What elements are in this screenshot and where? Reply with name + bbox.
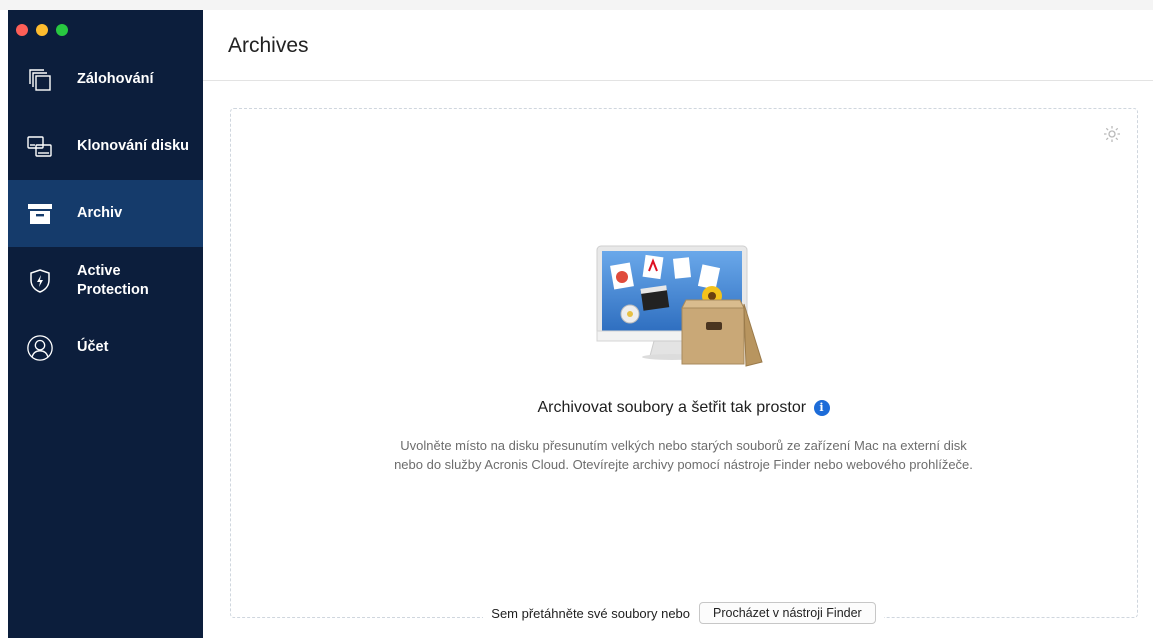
sidebar-item-account[interactable]: Účet <box>8 314 203 381</box>
account-icon <box>26 334 54 362</box>
drop-footer: Sem přetáhněte své soubory nebo Procháze… <box>231 602 1136 624</box>
page-header: Archives <box>203 10 1153 81</box>
app-window: Zálohování Klonování disku Archiv Active… <box>0 0 1153 638</box>
window-controls <box>16 24 68 36</box>
sidebar-item-disk-clone[interactable]: Klonování disku <box>8 113 203 180</box>
sidebar-item-label: Active Protection <box>77 262 149 300</box>
sidebar-item-archive[interactable]: Archiv <box>8 180 203 247</box>
description-line-2: nebo do služby Acronis Cloud. Otevírejte… <box>394 457 973 472</box>
drop-footer-inner: Sem přetáhněte své soubory nebo Procháze… <box>483 602 884 624</box>
sidebar-item-label: Účet <box>77 339 109 355</box>
sidebar-item-label-line1: Active <box>77 262 121 279</box>
sidebar: Zálohování Klonování disku Archiv Active… <box>8 10 203 638</box>
sidebar-item-label: Klonování disku <box>77 138 189 154</box>
sidebar-item-backup[interactable]: Zálohování <box>8 46 203 113</box>
main-panel: Archives Archivovat soubory a šetřit tak… <box>203 10 1153 638</box>
archive-heading: Archivovat soubory a šetřit tak prostor … <box>231 399 1136 417</box>
page-title: Archives <box>228 34 309 57</box>
sidebar-item-label-line2: Protection <box>77 281 149 298</box>
zoom-window-button[interactable] <box>56 24 68 36</box>
archive-icon <box>26 200 54 228</box>
sidebar-item-active-protection[interactable]: Active Protection <box>8 247 203 314</box>
description-line-1: Uvolněte místo na disku přesunutím velký… <box>400 438 967 453</box>
close-window-button[interactable] <box>16 24 28 36</box>
gear-icon[interactable] <box>1103 125 1121 143</box>
browse-finder-button[interactable]: Procházet v nástroji Finder <box>699 602 876 624</box>
minimize-window-button[interactable] <box>36 24 48 36</box>
shield-icon <box>26 267 54 295</box>
window-top-edge <box>0 0 1153 10</box>
archive-heading-text: Archivovat soubory a šetřit tak prostor <box>537 399 807 416</box>
archive-illustration <box>594 244 779 372</box>
sidebar-item-label: Zálohování <box>77 71 154 87</box>
disk-clone-icon <box>26 133 54 161</box>
archive-description: Uvolněte místo na disku přesunutím velký… <box>231 436 1136 474</box>
backup-icon <box>26 66 54 94</box>
drag-files-text: Sem přetáhněte své soubory nebo <box>491 605 691 621</box>
sidebar-item-label: Archiv <box>77 205 123 221</box>
info-icon[interactable]: i <box>813 400 830 416</box>
archive-drop-zone[interactable]: Archivovat soubory a šetřit tak prostor … <box>230 108 1138 624</box>
